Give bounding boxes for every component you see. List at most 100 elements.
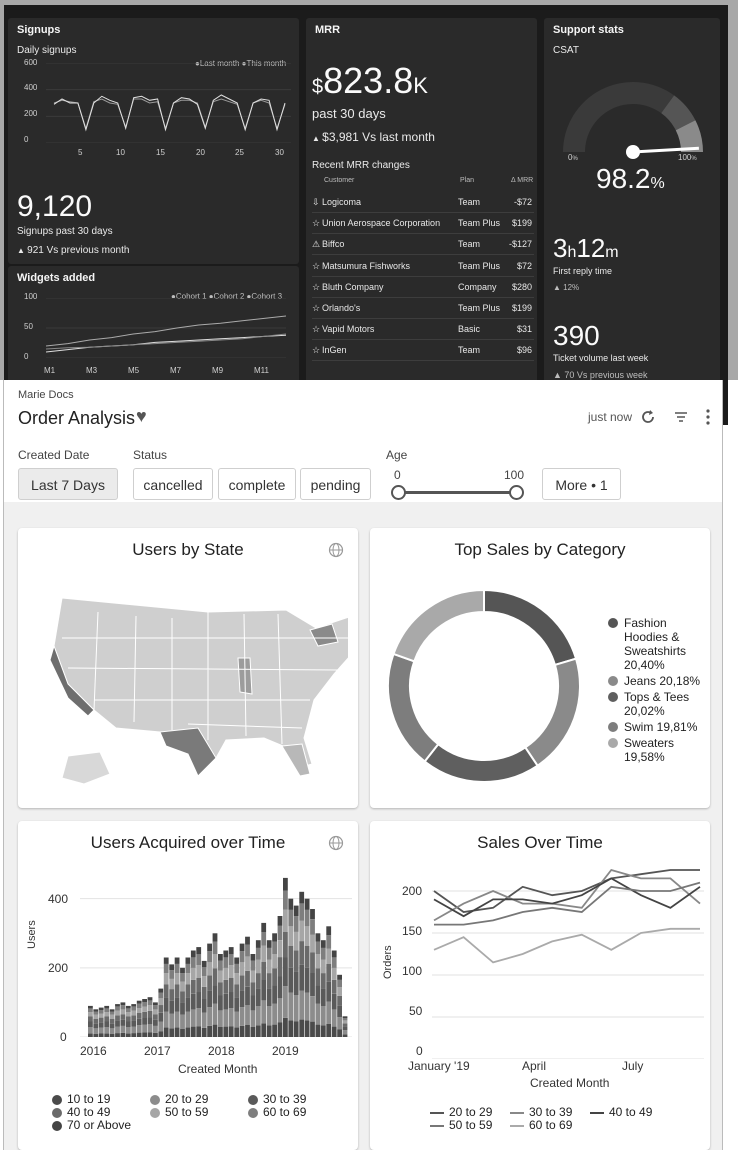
globe-icon[interactable] <box>328 542 344 558</box>
legend-label: Sweaters 19,58% <box>624 736 675 764</box>
donut-slice[interactable] <box>387 652 440 763</box>
bar-segment <box>283 890 288 910</box>
bar-segment <box>331 979 337 994</box>
bar-segment <box>104 1008 110 1013</box>
heart-icon[interactable]: ♥ <box>136 406 147 427</box>
bar-segment <box>239 1025 245 1037</box>
bar-segment <box>125 1021 131 1027</box>
bar-segment <box>207 1007 212 1026</box>
bar-segment <box>315 954 321 969</box>
legend-swatch <box>52 1107 62 1118</box>
bar-segment <box>315 941 321 954</box>
mrr-row[interactable]: ☆ Orlando's Team Plus $199 <box>312 298 534 319</box>
bar-segment <box>201 967 207 977</box>
bar-segment <box>174 973 180 985</box>
row-delta: -$127 <box>508 239 532 250</box>
bar-segment <box>153 1014 158 1020</box>
refresh-icon[interactable] <box>640 409 656 425</box>
mrr-row[interactable]: ☆ Vapid Motors Basic $31 <box>312 319 534 341</box>
bar-segment <box>255 947 261 960</box>
bar-segment <box>180 1002 185 1015</box>
bar-segment <box>201 960 207 967</box>
bar-segment <box>250 970 256 983</box>
widgets-line-chart <box>46 298 286 358</box>
legend-item: 20 to 29 <box>150 1092 208 1106</box>
bar-segment <box>320 947 326 960</box>
age-slider-min-handle[interactable] <box>391 485 406 500</box>
bar-segment <box>142 1024 147 1033</box>
legend-label: 60 to 69 <box>529 1118 573 1132</box>
row-status-icon: ☆ <box>312 260 321 271</box>
mrr-row[interactable]: ☆ Matsumura Fishworks Team Plus $72 <box>312 256 534 277</box>
sales-line-chart[interactable] <box>432 869 704 1059</box>
us-state-map[interactable] <box>48 588 348 788</box>
bar-segment <box>88 1027 93 1034</box>
bar-segment <box>277 998 283 1023</box>
status-pending[interactable]: pending <box>300 468 371 500</box>
bar-segment <box>125 1005 131 1009</box>
bar-segment <box>266 959 272 974</box>
legend-label: 60 to 69 <box>263 1105 307 1119</box>
bar-segment <box>245 970 250 987</box>
bar-segment <box>234 973 240 985</box>
bar-segment <box>304 909 310 927</box>
bar-segment <box>283 909 288 932</box>
bar-segment <box>104 1012 110 1017</box>
age-slider-track[interactable] <box>397 491 515 494</box>
x-tick: January '19 <box>408 1059 470 1073</box>
bar-segment <box>104 1005 110 1009</box>
donut-legend: Fashion Hoodies & Sweatshirts 20,40% Jean… <box>608 616 708 766</box>
x-tick: 10 <box>116 148 125 157</box>
bar-segment <box>120 1002 126 1006</box>
bar-segment <box>158 1031 164 1037</box>
series-line <box>433 869 701 922</box>
more-vert-icon[interactable] <box>704 408 712 426</box>
signups-panel: Signups Daily signups ●Last month ●This … <box>8 18 299 264</box>
bar-segment <box>299 990 305 1020</box>
mrr-row[interactable]: ⚠ Biffco Team -$127 <box>312 234 534 256</box>
donut-slice[interactable] <box>423 742 539 783</box>
bar-segment <box>218 1010 223 1027</box>
sales-donut-chart[interactable] <box>384 586 584 786</box>
bar-segment <box>169 989 175 1001</box>
age-min: 0 <box>394 468 401 482</box>
age-slider-max-handle[interactable] <box>509 485 524 500</box>
status-complete[interactable]: complete <box>218 468 296 500</box>
row-plan: Team Plus <box>458 218 501 229</box>
legend-swatch <box>150 1107 160 1118</box>
bar-segment <box>131 1033 137 1037</box>
bar-segment <box>88 1016 93 1022</box>
donut-slice[interactable] <box>392 588 485 663</box>
bar-segment <box>142 1006 147 1012</box>
donut-slice[interactable] <box>523 657 581 768</box>
bar-segment <box>196 1026 202 1037</box>
bar-segment <box>272 1024 277 1037</box>
bar-segment <box>255 1025 261 1037</box>
mrr-row[interactable]: ⇩ Logicoma Team -$72 <box>312 192 534 213</box>
mrr-row[interactable]: ☆ InGen Team $96 <box>312 340 534 362</box>
bar-segment <box>250 995 256 1011</box>
bar-segment <box>163 1011 169 1028</box>
legend-swatch <box>248 1094 258 1105</box>
globe-icon[interactable] <box>328 835 344 851</box>
users-stacked-bar-chart[interactable] <box>80 871 352 1037</box>
bar-segment <box>180 1028 185 1037</box>
more-filters-button[interactable]: More • 1 <box>542 468 621 500</box>
bar-segment <box>310 919 315 935</box>
breadcrumb[interactable]: Marie Docs <box>18 389 74 401</box>
legend-label: 10 to 19 <box>67 1092 111 1106</box>
status-cancelled[interactable]: cancelled <box>133 468 213 500</box>
mrr-row[interactable]: ☆ Bluth Company Company $280 <box>312 277 534 298</box>
mrr-row[interactable]: ☆ Union Aerospace Corporation Team Plus $19… <box>312 213 534 235</box>
bar-segment <box>342 1017 348 1021</box>
row-delta: -$72 <box>513 197 532 207</box>
reply-delta: ▲ 12% <box>553 283 580 292</box>
bar-segment <box>223 957 229 968</box>
bar-segment <box>299 920 305 942</box>
donut-slice[interactable] <box>483 588 578 667</box>
col-plan: Plan <box>460 177 475 184</box>
bar-segment <box>212 968 218 986</box>
filter-icon[interactable] <box>673 409 689 425</box>
created-date-filter[interactable]: Last 7 Days <box>18 468 118 500</box>
bar-segment <box>174 1027 180 1037</box>
